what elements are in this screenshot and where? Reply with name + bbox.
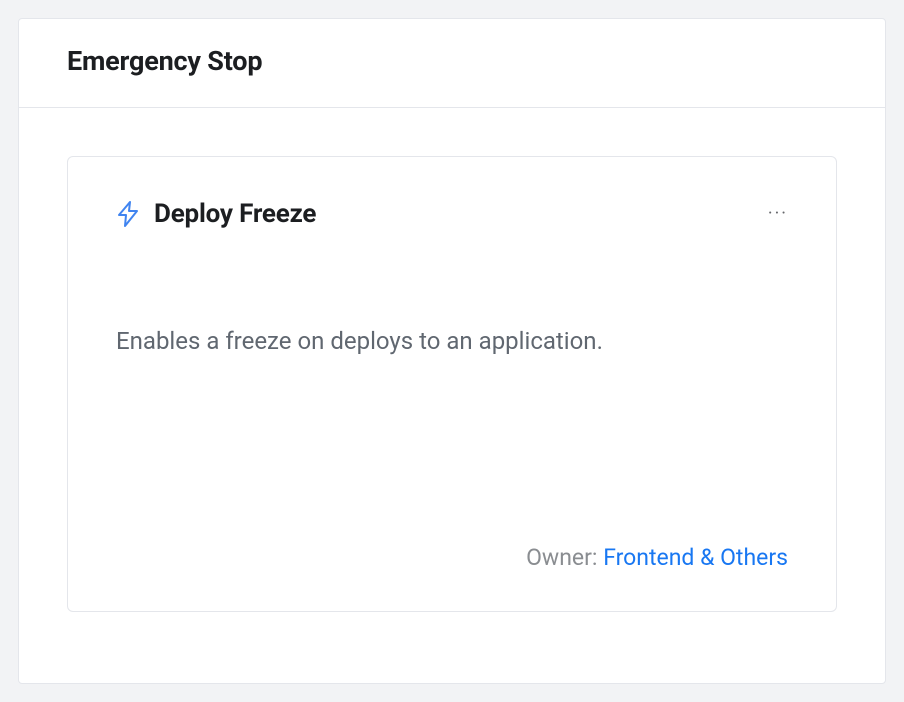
card-description: Enables a freeze on deploys to an applic… [116,325,788,357]
panel-title: Emergency Stop [67,45,837,77]
owner-link[interactable]: Frontend & Others [603,544,788,571]
card-title: Deploy Freeze [154,199,316,229]
emergency-stop-panel: Emergency Stop Deploy Freeze ··· Enables… [18,18,886,684]
card-title-wrap: Deploy Freeze [116,199,316,229]
card-header: Deploy Freeze ··· [116,199,788,229]
panel-header: Emergency Stop [19,19,885,108]
card-footer: Owner: Frontend & Others [116,544,788,571]
panel-body: Deploy Freeze ··· Enables a freeze on de… [19,108,885,660]
bolt-icon [116,201,140,227]
deploy-freeze-card[interactable]: Deploy Freeze ··· Enables a freeze on de… [67,156,837,612]
card-menu-button[interactable]: ··· [768,205,788,223]
owner-label: Owner: [526,544,603,571]
